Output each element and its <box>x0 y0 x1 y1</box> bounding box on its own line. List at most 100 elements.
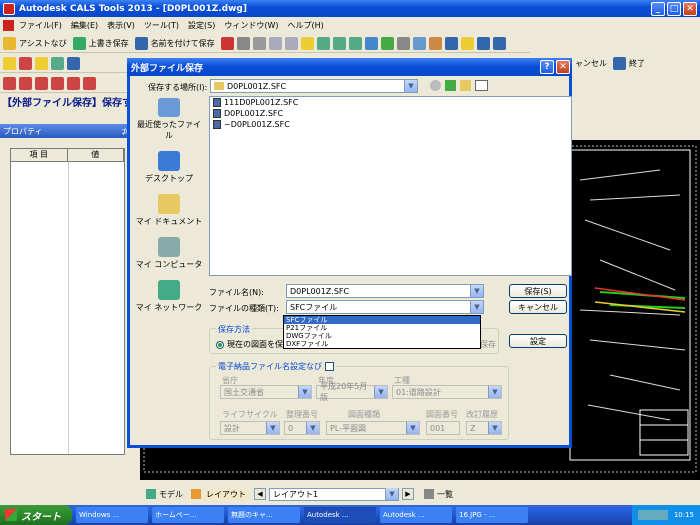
layer-icon[interactable] <box>396 36 410 50</box>
place-computer[interactable]: マイ コンピュータ <box>135 227 203 270</box>
properties-icon[interactable] <box>412 36 426 50</box>
file-item[interactable]: D0PL001Z.SFC <box>210 108 571 119</box>
clock[interactable]: 10:15 <box>674 511 694 519</box>
menu-tools[interactable]: ツール(T) <box>144 20 179 31</box>
wave-icon[interactable] <box>67 76 80 90</box>
up-folder-icon[interactable] <box>445 80 456 91</box>
layout-select[interactable]: レイアウト1 ▼ <box>269 487 399 501</box>
triangle-icon[interactable] <box>51 76 64 90</box>
chevron-down-icon[interactable]: ▼ <box>404 80 417 92</box>
save-button[interactable]: 保存(S) <box>509 284 567 298</box>
chevron-down-icon[interactable]: ▼ <box>488 422 501 434</box>
task-item[interactable]: ホームペー... <box>152 507 224 523</box>
place-documents[interactable]: マイ ドキュメント <box>135 184 203 227</box>
save-in-select[interactable]: D0PL001Z.SFC ▼ <box>210 79 418 93</box>
ministry-select[interactable]: 国土交通省 ▼ <box>220 385 312 399</box>
check-icon[interactable] <box>35 76 48 90</box>
revision-select[interactable]: Z ▼ <box>466 421 502 435</box>
lifecycle-select[interactable]: 設計 ▼ <box>220 421 280 435</box>
menu-view[interactable]: 表示(V) <box>107 20 135 31</box>
line-icon[interactable] <box>19 56 32 70</box>
zoom-out-icon[interactable] <box>348 36 362 50</box>
chevron-down-icon[interactable]: ▼ <box>266 422 279 434</box>
redo-icon[interactable] <box>284 36 298 50</box>
filetype-option[interactable]: DXFファイル <box>284 340 480 348</box>
help-icon[interactable] <box>300 36 314 50</box>
undo-icon[interactable] <box>268 36 282 50</box>
naming-checkbox[interactable] <box>325 362 334 371</box>
setting-button[interactable]: 設定 <box>509 334 567 348</box>
circle-icon[interactable] <box>67 56 80 70</box>
year-select[interactable]: 平成20年5月版 ▼ <box>316 382 388 402</box>
menu-settings[interactable]: 設定(S) <box>188 20 215 31</box>
tool-icon[interactable] <box>444 36 458 50</box>
zoom-in-icon[interactable] <box>332 36 346 50</box>
task-item[interactable]: Autodesk ... <box>380 507 452 523</box>
chevron-down-icon[interactable]: ▼ <box>470 301 483 313</box>
minimize-button[interactable]: _ <box>651 1 665 16</box>
next-layout-button[interactable]: ▶ <box>402 488 414 500</box>
back-icon[interactable] <box>430 80 441 91</box>
filetype-option[interactable]: P21ファイル <box>284 324 480 332</box>
cancel-tool-button[interactable]: ャンセル <box>575 58 607 69</box>
place-network[interactable]: マイ ネットワーク <box>135 270 203 313</box>
menu-file[interactable]: ファイル(F) <box>19 20 62 31</box>
menu-edit[interactable]: 編集(E) <box>71 20 98 31</box>
dialog-close-button[interactable]: ✕ <box>556 60 570 74</box>
chevron-down-icon[interactable]: ▼ <box>306 422 319 434</box>
place-recent[interactable]: 最近使ったファイル <box>135 98 203 141</box>
list-button[interactable]: 一覧 <box>437 489 453 500</box>
exit-button[interactable]: 終了 <box>629 58 645 69</box>
refresh-icon[interactable] <box>380 36 394 50</box>
task-item[interactable]: 16.JPG - ... <box>456 507 528 523</box>
dialog-help-button[interactable]: ? <box>540 60 554 74</box>
place-desktop[interactable]: デスクトップ <box>135 141 203 184</box>
seq-select[interactable]: 0 ▼ <box>284 421 320 435</box>
select3-icon[interactable] <box>492 36 506 50</box>
print-icon[interactable] <box>220 36 234 50</box>
markup-b-icon[interactable] <box>19 76 32 90</box>
prev-layout-button[interactable]: ◀ <box>254 488 266 500</box>
file-item[interactable]: 111D0PL001Z.SFC <box>210 97 571 108</box>
menu-help[interactable]: ヘルプ(H) <box>287 20 323 31</box>
select2-icon[interactable] <box>476 36 490 50</box>
filetype-option[interactable]: DWGファイル <box>284 332 480 340</box>
doc-icon[interactable] <box>3 19 14 31</box>
filetype-option[interactable]: SFCファイル <box>284 316 480 324</box>
task-item[interactable]: Autodesk ... <box>304 507 376 523</box>
drawtype-select[interactable]: PL-平面図 ▼ <box>326 421 420 435</box>
match-icon[interactable] <box>428 36 442 50</box>
close-button[interactable]: ✕ <box>683 1 697 16</box>
task-item[interactable]: 無題のキャ... <box>228 507 300 523</box>
start-button[interactable]: スタート <box>0 505 72 525</box>
layout-tab[interactable]: レイアウト <box>204 488 248 500</box>
save-as-button[interactable]: 名前を付けて保存 <box>151 38 215 49</box>
cancel-button[interactable]: キャンセル <box>509 300 567 314</box>
rect-icon[interactable] <box>83 76 96 90</box>
file-list[interactable]: 111D0PL001Z.SFC D0PL001Z.SFC ~D0PL001Z.S… <box>209 96 572 276</box>
zoom-icon[interactable] <box>316 36 330 50</box>
model-tab[interactable]: モデル <box>159 489 183 500</box>
file-item[interactable]: ~D0PL001Z.SFC <box>210 119 571 130</box>
menu-window[interactable]: ウィンドウ(W) <box>224 20 278 31</box>
overwrite-save-button[interactable]: 上書き保存 <box>89 38 129 49</box>
publish-icon[interactable] <box>252 36 266 50</box>
preview-icon[interactable] <box>236 36 250 50</box>
method-radio[interactable] <box>216 340 224 349</box>
assist-button[interactable]: アシストなび <box>19 38 67 49</box>
filename-input[interactable]: D0PL001Z.SFC ▼ <box>286 284 484 298</box>
new-folder-icon[interactable] <box>460 80 471 91</box>
filetype-select[interactable]: SFCファイル ▼ <box>286 300 484 314</box>
chevron-down-icon[interactable]: ▼ <box>488 386 501 398</box>
maximize-button[interactable]: □ <box>667 1 681 16</box>
drawno-input[interactable]: 001 <box>426 421 460 435</box>
work-select[interactable]: 01:道路設計 ▼ <box>392 385 502 399</box>
view-menu-icon[interactable] <box>475 80 488 91</box>
chevron-down-icon[interactable]: ▼ <box>385 488 398 500</box>
point-icon[interactable] <box>35 56 48 70</box>
chevron-down-icon[interactable]: ▼ <box>374 386 387 398</box>
ime-icon[interactable] <box>637 510 668 520</box>
chevron-down-icon[interactable]: ▼ <box>470 285 483 297</box>
task-item[interactable]: Windows ... <box>76 507 148 523</box>
app-icon[interactable] <box>3 2 15 15</box>
